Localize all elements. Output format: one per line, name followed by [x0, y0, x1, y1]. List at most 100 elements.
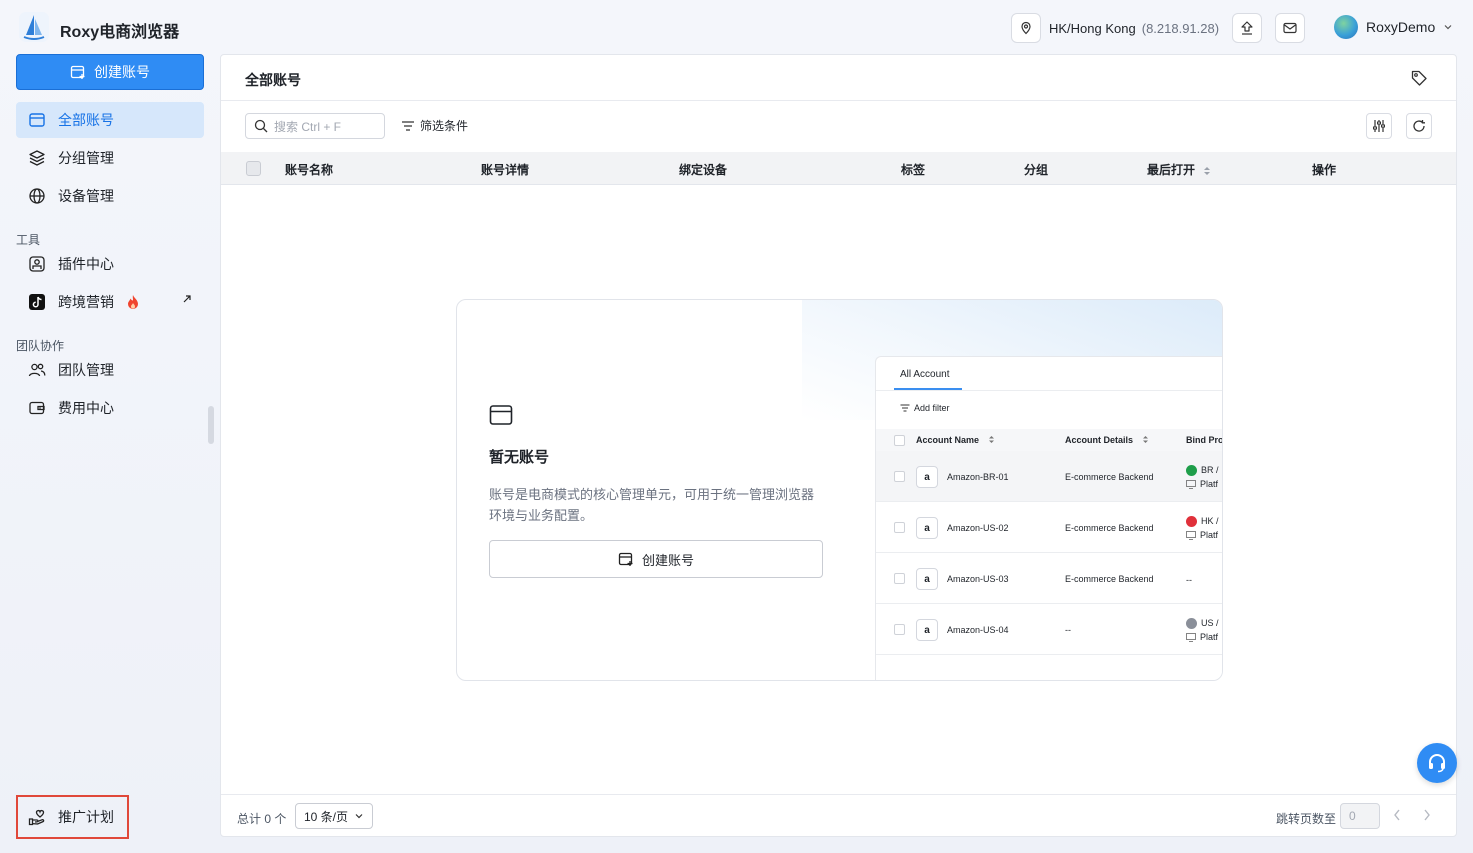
sidebar-item-team[interactable]: 团队管理: [16, 352, 204, 388]
empty-description: 账号是电商模式的核心管理单元，可用于统一管理浏览器环境与业务配置。: [489, 487, 815, 523]
select-all-checkbox[interactable]: [246, 161, 261, 176]
add-window-icon: [70, 65, 85, 79]
promotion-plan-label: 推广计划: [58, 809, 114, 825]
page-size-value: 10 条/页: [304, 809, 349, 824]
filter-button[interactable]: 筛选条件: [401, 117, 468, 134]
sidebar-scrollbar[interactable]: [208, 406, 214, 444]
mail-button[interactable]: [1275, 13, 1305, 43]
preview-account-name: Amazon-US-03: [947, 574, 1009, 584]
hand-heart-icon: [28, 809, 45, 826]
preview-account-details: E-commerce Backend: [1065, 523, 1154, 533]
search-input[interactable]: 搜索 Ctrl + F: [245, 113, 385, 139]
sort-icon: [989, 436, 994, 443]
preview-header-name: Account Name: [916, 435, 980, 445]
avatar: [1334, 15, 1358, 39]
preview-header-bind: Bind Pro: [1186, 435, 1223, 445]
sidebar-item-billing[interactable]: 费用中心: [16, 390, 204, 426]
preview-bind-line1: --: [1186, 575, 1192, 585]
customer-support-button[interactable]: [1417, 743, 1457, 783]
refresh-button[interactable]: [1406, 113, 1432, 139]
preview-bind: HK / Platf: [1186, 514, 1219, 542]
proxy-location[interactable]: HK/Hong Kong (8.218.91.28): [1011, 13, 1219, 43]
ip-address: (8.218.91.28): [1141, 20, 1220, 36]
page-size-select[interactable]: 10 条/页: [295, 803, 373, 829]
sidebar-item-label: 跨境营销: [58, 294, 114, 310]
jump-to-page-label: 跳转页数至: [1275, 812, 1336, 826]
preview-account-details: E-commerce Backend: [1065, 574, 1154, 584]
brazil-flag-icon: [1186, 465, 1197, 477]
username: RoxyDemo: [1366, 19, 1436, 35]
preview-filter: Add filter: [900, 403, 950, 413]
fire-icon: [128, 295, 138, 309]
column-account-name: 账号名称: [285, 163, 334, 177]
sidebar-item-devices[interactable]: 设备管理: [16, 178, 204, 214]
preview-checkbox: [894, 471, 905, 482]
sidebar-item-label: 设备管理: [58, 188, 114, 204]
preview-account-name: Amazon-BR-01: [947, 472, 1009, 482]
sidebar-item-label: 全部账号: [58, 112, 114, 128]
jump-to-page-value: 0: [1349, 809, 1356, 823]
chevron-right-icon[interactable]: [1422, 808, 1432, 822]
upload-button[interactable]: [1232, 13, 1262, 43]
sidebar-item-marketing[interactable]: 跨境营销: [16, 284, 204, 320]
user-menu[interactable]: RoxyDemo: [1334, 15, 1453, 39]
empty-state-card: 暂无账号 账号是电商模式的核心管理单元，可用于统一管理浏览器环境与业务配置。 创…: [456, 299, 1223, 681]
preview-table-header: Account Name Account Details Bind Pro: [876, 429, 1223, 451]
filter-icon: [900, 404, 910, 412]
upload-icon: [1241, 21, 1253, 35]
column-actions: 操作: [1312, 163, 1337, 177]
plugin-icon: [29, 256, 45, 272]
sidebar-item-label: 插件中心: [58, 256, 114, 272]
empty-create-account-label: 创建账号: [641, 552, 694, 568]
sort-icon: [1143, 436, 1148, 443]
column-group: 分组: [1024, 163, 1049, 177]
preview-row: a Amazon-US-04 -- US / Platf: [876, 604, 1222, 655]
preview-bind-line1: BR /: [1201, 465, 1219, 475]
location-pin-icon[interactable]: [1011, 13, 1041, 43]
preview-bind-line2: Platf: [1200, 530, 1219, 540]
mail-icon: [1283, 22, 1297, 34]
filter-icon: [402, 120, 414, 131]
sidebar-item-all-accounts[interactable]: 全部账号: [16, 102, 204, 138]
main-header: 全部账号: [221, 55, 1456, 101]
preview-filter-label: Add filter: [914, 403, 950, 413]
preview-checkbox: [894, 624, 905, 635]
chevron-left-icon[interactable]: [1392, 808, 1402, 822]
column-last-opened-label: 最后打开: [1147, 163, 1196, 177]
search-icon: [254, 119, 268, 133]
column-settings-button[interactable]: [1366, 113, 1392, 139]
filter-label: 筛选条件: [420, 119, 469, 133]
create-account-button[interactable]: 创建账号: [16, 54, 204, 90]
amazon-icon: a: [916, 568, 938, 590]
sidebar-item-label: 分组管理: [58, 150, 114, 166]
main-panel: 全部账号 搜索 Ctrl + F 筛选条件 账号名称 账号详情 绑定设备 标签 …: [220, 54, 1457, 837]
location-text: HK/Hong Kong: [1049, 20, 1136, 36]
preview-checkbox: [894, 573, 905, 584]
tag-icon[interactable]: [1410, 69, 1428, 87]
create-account-label: 创建账号: [94, 64, 150, 80]
tiktok-icon: [29, 294, 45, 310]
empty-create-account-button[interactable]: 创建账号: [489, 540, 823, 578]
column-last-opened[interactable]: 最后打开: [1147, 161, 1211, 178]
sidebar-item-groups[interactable]: 分组管理: [16, 140, 204, 176]
sidebar-item-plugins[interactable]: 插件中心: [16, 246, 204, 282]
promotion-plan-button[interactable]: 推广计划: [16, 795, 129, 839]
preview-checkbox: [894, 435, 905, 446]
monitor-icon: [1186, 633, 1196, 643]
preview-account-name: Amazon-US-02: [947, 523, 1009, 533]
sidebar-item-label: 团队管理: [58, 362, 114, 378]
preview-illustration: All Account Add filter Account Name Acco…: [875, 356, 1223, 680]
sliders-icon: [1373, 120, 1385, 132]
amazon-icon: a: [916, 619, 938, 641]
jump-to-page-input[interactable]: 0: [1340, 803, 1380, 829]
add-window-icon: [618, 552, 633, 566]
hong-kong-flag-icon: [1186, 516, 1197, 528]
preview-header-details: Account Details: [1065, 435, 1134, 445]
preview-checkbox: [894, 522, 905, 533]
preview-tab: All Account: [900, 369, 950, 380]
preview-bind-line2: Platf: [1200, 632, 1219, 642]
preview-row: a Amazon-US-02 E-commerce Backend HK / P…: [876, 502, 1222, 553]
preview-bind: US / Platf: [1186, 616, 1219, 644]
window-icon: [489, 405, 513, 425]
app-brand: Roxy电商浏览器: [60, 24, 180, 41]
